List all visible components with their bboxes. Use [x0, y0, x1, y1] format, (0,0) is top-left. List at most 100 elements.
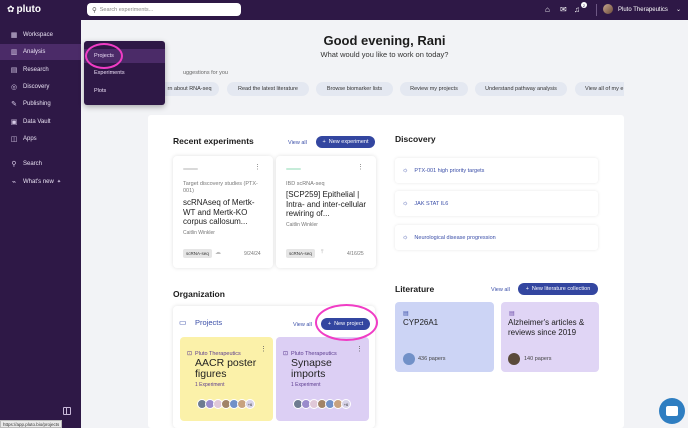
submenu-item-plots[interactable]: Plots	[84, 84, 165, 98]
avatar-overflow: +6	[245, 399, 255, 409]
avatar-overflow: +6	[341, 399, 351, 409]
literature-paper-count: 140 papers	[524, 356, 552, 362]
project-experiment-count: 1 Experiment	[195, 382, 225, 388]
sidebar-item-data-vault[interactable]: ▣ Data Vault	[0, 114, 81, 130]
search-icon: ⚲	[11, 161, 17, 168]
logo[interactable]: ✿ pluto	[7, 4, 41, 15]
data-type-icon: ☁	[215, 250, 221, 256]
suggestion-chip[interactable]: rn about RNA-seq	[160, 82, 219, 96]
sidebar-item-label: What's new	[23, 179, 54, 185]
sidebar-item-label: Publishing	[23, 101, 51, 107]
greeting-title: Good evening, Rani	[323, 33, 446, 48]
literature-card[interactable]: ▤ Alzheimer's articles & reviews since 2…	[501, 302, 599, 372]
sidebar-item-apps[interactable]: ◫ Apps	[0, 131, 81, 147]
sidebar-item-label: Data Vault	[23, 119, 51, 125]
org-avatar[interactable]	[603, 4, 613, 14]
project-members: +6	[197, 399, 255, 409]
more-options-icon[interactable]: ⋮	[357, 163, 364, 171]
discovery-item[interactable]: ☼ PTX-001 high priority targets	[395, 158, 598, 183]
more-options-icon[interactable]: ⋮	[254, 163, 261, 171]
projects-view-all-link[interactable]: View all	[293, 322, 312, 328]
bookmark-icon: ⊡	[283, 351, 289, 357]
sidebar-item-analysis[interactable]: ▥ Analysis	[0, 44, 81, 60]
chat-icon	[666, 406, 678, 416]
experiment-author: Caitlin Winkler	[286, 222, 318, 228]
sidebar-item-label: Research	[23, 67, 49, 73]
status-url: https://app.pluto.bio/projects	[0, 420, 63, 428]
experiment-project: Target discovery studies (PTX-001)	[183, 181, 258, 194]
projects-label: Projects	[195, 318, 223, 327]
suggestion-chip[interactable]: View all of my e	[575, 82, 624, 96]
new-literature-collection-button[interactable]: + New literature collection	[518, 283, 598, 295]
more-options-icon[interactable]: ⋮	[356, 345, 363, 353]
suggestion-chip[interactable]: Browse biomarker lists	[316, 82, 393, 96]
sun-icon: ☼	[402, 200, 409, 207]
literature-card[interactable]: ▤ CYP26A1 436 papers	[395, 302, 494, 372]
literature-title-text: Alzheimer's articles & reviews since 201…	[508, 318, 585, 337]
more-options-icon[interactable]: ⋮	[260, 345, 267, 353]
experiment-color-bar	[286, 168, 301, 170]
sidebar-item-label: Workspace	[23, 32, 53, 38]
experiment-card[interactable]: ⋮ Target discovery studies (PTX-001) scR…	[173, 156, 273, 268]
collapse-sidebar-icon[interactable]	[63, 407, 71, 415]
new-literature-collection-label: New literature collection	[531, 286, 591, 292]
suggestions-label: uggestions for you	[183, 70, 228, 76]
sidebar-item-discovery[interactable]: ◎ Discovery	[0, 79, 81, 95]
plus-icon: +	[322, 139, 326, 145]
project-card[interactable]: ⊡ Pluto Therapeutics ⋮ Synapse imports 1 …	[276, 337, 369, 421]
mail-icon[interactable]: ✉	[560, 5, 567, 15]
chart-icon: ▥	[10, 49, 18, 56]
project-card[interactable]: ⊡ Pluto Therapeutics ⋮ AACR poster figure…	[180, 337, 273, 421]
chat-support-button[interactable]	[659, 398, 685, 424]
plus-icon: +	[525, 286, 529, 292]
project-title: Synapse imports	[291, 357, 332, 380]
literature-view-all-link[interactable]: View all	[491, 287, 510, 293]
sun-icon: ☼	[402, 234, 409, 241]
project-experiment-count: 1 Experiment	[291, 382, 321, 388]
experiment-type-tag: scRNA-seq	[286, 249, 315, 258]
discovery-title: Discovery	[395, 134, 436, 144]
experiment-date: 4/16/25	[347, 251, 364, 257]
sidebar-item-label: Discovery	[23, 84, 50, 90]
sidebar-item-label: Apps	[23, 136, 37, 142]
sidebar-item-search[interactable]: ⚲ Search	[0, 156, 81, 172]
discovery-item[interactable]: ☼ Neurological disease progression	[395, 225, 598, 250]
experiments-view-all-link[interactable]: View all	[288, 140, 307, 146]
sidebar-item-workspace[interactable]: ▦ Workspace	[0, 27, 81, 43]
experiment-date: 9/24/24	[244, 251, 261, 257]
discovery-item[interactable]: ☼ JAK STAT IL6	[395, 191, 598, 216]
literature-title-text: CYP26A1	[403, 318, 439, 327]
grid-icon: ▦	[10, 32, 18, 39]
vault-icon: ▣	[10, 119, 18, 126]
folder-icon: ▭	[179, 318, 187, 327]
new-experiment-button[interactable]: + New experiment	[316, 136, 375, 148]
sidebar-item-publishing[interactable]: ✎ Publishing	[0, 96, 81, 112]
discovery-item-label: Neurological disease progression	[414, 234, 496, 241]
avatar	[508, 353, 520, 365]
document-icon: ▤	[403, 311, 409, 317]
bell-icon[interactable]: ♫	[574, 5, 580, 15]
highlight-ring-new-project	[315, 304, 378, 341]
notification-badge: 2	[581, 2, 587, 8]
project-org-label: Pluto Therapeutics	[195, 350, 241, 357]
suggestion-chip[interactable]: Read the latest literature	[227, 82, 309, 96]
sidebar-item-research[interactable]: ▤ Research	[0, 62, 81, 78]
sidebar-item-whats-new[interactable]: ⌁ What's new ✦	[0, 174, 81, 190]
experiment-card[interactable]: ⋮ IBD scRNA-seq [SCP259] Epithelial | In…	[276, 156, 376, 268]
experiment-type-tag: scRNA-seq	[183, 249, 212, 258]
compass-icon: ◎	[10, 84, 18, 91]
new-experiment-label: New experiment	[328, 139, 369, 145]
suggestion-chip[interactable]: Review my projects	[400, 82, 468, 96]
document-icon: ▤	[509, 311, 515, 317]
suggestion-chip[interactable]: Understand pathway analysis	[475, 82, 567, 96]
search-input[interactable]: ⚲ Search experiments...	[87, 3, 241, 16]
sun-icon: ☼	[402, 167, 409, 174]
book-icon: ▤	[10, 67, 18, 74]
avatar	[403, 353, 415, 365]
graduation-cap-icon[interactable]: ⌂	[545, 5, 550, 15]
project-org: ⊡ Pluto Therapeutics	[283, 350, 337, 358]
chevron-down-icon[interactable]: ⌄	[676, 5, 681, 15]
org-switcher-label[interactable]: Pluto Therapeutics	[618, 5, 668, 15]
project-org-label: Pluto Therapeutics	[291, 350, 337, 357]
app-name: pluto	[16, 4, 41, 15]
